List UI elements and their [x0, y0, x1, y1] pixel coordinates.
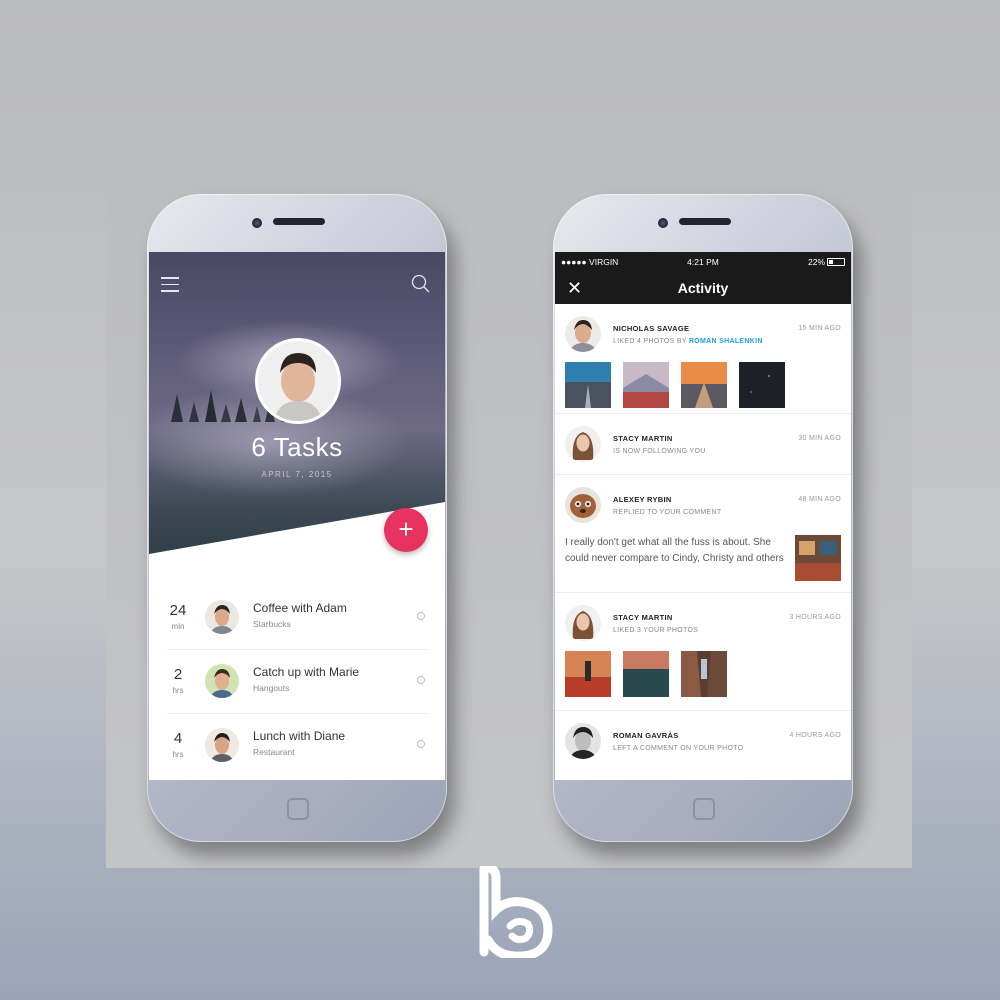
tasks-screen: 6 Tasks APRIL 7, 2015 + 24 min Coffee wi… [149, 252, 445, 780]
menu-icon[interactable] [161, 277, 179, 297]
feed-time: 4 HOURS AGO [789, 732, 841, 739]
feed-item[interactable]: STACY MARTIN IS NOW FOLLOWING YOU 30 MIN… [555, 414, 851, 475]
avatar [205, 728, 239, 762]
feed-time: 3 HOURS AGO [789, 614, 841, 621]
feed-user-name[interactable]: ROMAN GAVRÀS [613, 731, 679, 740]
avatar [205, 600, 239, 634]
feed-action-text: LIKED 3 YOUR PHOTOS [613, 627, 699, 634]
speaker-grille [679, 218, 731, 225]
battery-percent: 22% [807, 257, 825, 267]
home-button[interactable] [693, 798, 715, 820]
tasks-date: APRIL 7, 2015 [261, 470, 333, 479]
battery-status: 22% [808, 252, 845, 272]
photo-thumbnail[interactable] [565, 651, 611, 697]
photo-thumbnails [565, 362, 785, 408]
task-status-dot[interactable] [417, 676, 425, 684]
profile-avatar[interactable] [255, 338, 341, 424]
task-row[interactable]: 24 min Coffee with Adam Starbucks [167, 586, 429, 650]
task-list: 24 min Coffee with Adam Starbucks 2 hrs … [149, 586, 445, 778]
feed-item[interactable]: STACY MARTIN LIKED 3 YOUR PHOTOS 3 HOURS… [555, 593, 851, 711]
battery-icon [827, 258, 845, 266]
photo-thumbnail[interactable] [623, 651, 669, 697]
left-phone-frame: 6 Tasks APRIL 7, 2015 + 24 min Coffee wi… [147, 194, 447, 842]
avatar[interactable] [565, 723, 601, 759]
status-time: 4:21 PM [687, 257, 719, 267]
task-time-unit: min [171, 622, 185, 631]
feed-user-name[interactable]: STACY MARTIN [613, 434, 673, 443]
task-title: Catch up with Marie [253, 665, 360, 679]
photo-thumbnail[interactable] [739, 362, 785, 408]
feed-action: LIKED 4 PHOTOS BY ROMAN SHALENKIN [613, 338, 763, 345]
task-status-dot[interactable] [417, 612, 425, 620]
avatar[interactable] [565, 605, 601, 641]
task-time-unit: hrs [172, 750, 184, 759]
task-title: Coffee with Adam [253, 601, 347, 615]
feed-item[interactable]: ALEXEY RYBIN REPLIED TO YOUR COMMENT 48 … [555, 475, 851, 593]
task-time-unit: hrs [172, 686, 184, 695]
feed-time: 48 MIN AGO [798, 496, 841, 503]
avatar[interactable] [565, 316, 601, 352]
avatar[interactable] [565, 426, 601, 462]
task-status-dot[interactable] [417, 740, 425, 748]
comment-text: I really don't get what all the fuss is … [565, 537, 784, 564]
person-icon [258, 341, 338, 421]
feed-time: 30 MIN AGO [798, 435, 841, 442]
feed-item[interactable]: ROMAN GAVRÀS LEFT A COMMENT ON YOUR PHOT… [555, 711, 851, 771]
task-time-value: 2 [173, 666, 183, 683]
activity-screen: ●●●●● VIRGIN 4:21 PM 22% ✕ Activity NICH… [555, 252, 851, 780]
task-row[interactable]: 2 hrs Catch up with Marie Hangouts [167, 650, 429, 714]
feed-user-name[interactable]: STACY MARTIN [613, 613, 673, 622]
photo-thumbnail[interactable] [795, 535, 841, 581]
camera-icon [252, 218, 262, 228]
feed-action-text: REPLIED TO YOUR COMMENT [613, 509, 722, 516]
avatar[interactable] [565, 487, 601, 523]
feed-action-link[interactable]: ROMAN SHALENKIN [689, 338, 763, 345]
task-place: Starbucks [253, 619, 291, 629]
feed-user-name[interactable]: ALEXEY RYBIN [613, 495, 672, 504]
task-row[interactable]: 4 hrs Lunch with Diane Restaurant [167, 714, 429, 778]
search-icon[interactable] [411, 274, 431, 294]
feed-time: 15 MIN AGO [798, 325, 841, 332]
feed-action-text: IS NOW FOLLOWING YOU [613, 448, 706, 455]
task-place: Hangouts [253, 683, 290, 693]
task-place: Restaurant [253, 747, 295, 757]
task-title: Lunch with Diane [253, 729, 346, 743]
page-title: Activity [677, 280, 729, 296]
photo-thumbnail[interactable] [565, 362, 611, 408]
task-time-value: 24 [169, 602, 187, 619]
activity-feed: NICHOLAS SAVAGE LIKED 4 PHOTOS BY ROMAN … [555, 304, 851, 771]
photo-thumbnail[interactable] [623, 362, 669, 408]
photo-thumbnail[interactable] [681, 362, 727, 408]
speaker-grille [273, 218, 325, 225]
feed-action-text: LEFT A COMMENT ON YOUR PHOTO [613, 745, 744, 752]
feed-item[interactable]: NICHOLAS SAVAGE LIKED 4 PHOTOS BY ROMAN … [555, 304, 851, 414]
nav-bar: ✕ Activity [555, 272, 851, 304]
add-task-button[interactable]: + [384, 508, 428, 552]
feed-action-text: LIKED 4 PHOTOS BY [613, 338, 687, 345]
avatar [205, 664, 239, 698]
home-button[interactable] [287, 798, 309, 820]
feed-user-name[interactable]: NICHOLAS SAVAGE [613, 324, 689, 333]
photo-thumbnail[interactable] [681, 651, 727, 697]
status-bar: ●●●●● VIRGIN 4:21 PM 22% [555, 252, 851, 272]
tasks-count-title: 6 Tasks [251, 432, 343, 462]
camera-icon [658, 218, 668, 228]
photo-thumbnails [565, 651, 727, 697]
right-phone-frame: ●●●●● VIRGIN 4:21 PM 22% ✕ Activity NICH… [553, 194, 853, 842]
task-time-value: 4 [173, 730, 183, 747]
b-logo-icon [479, 866, 553, 958]
